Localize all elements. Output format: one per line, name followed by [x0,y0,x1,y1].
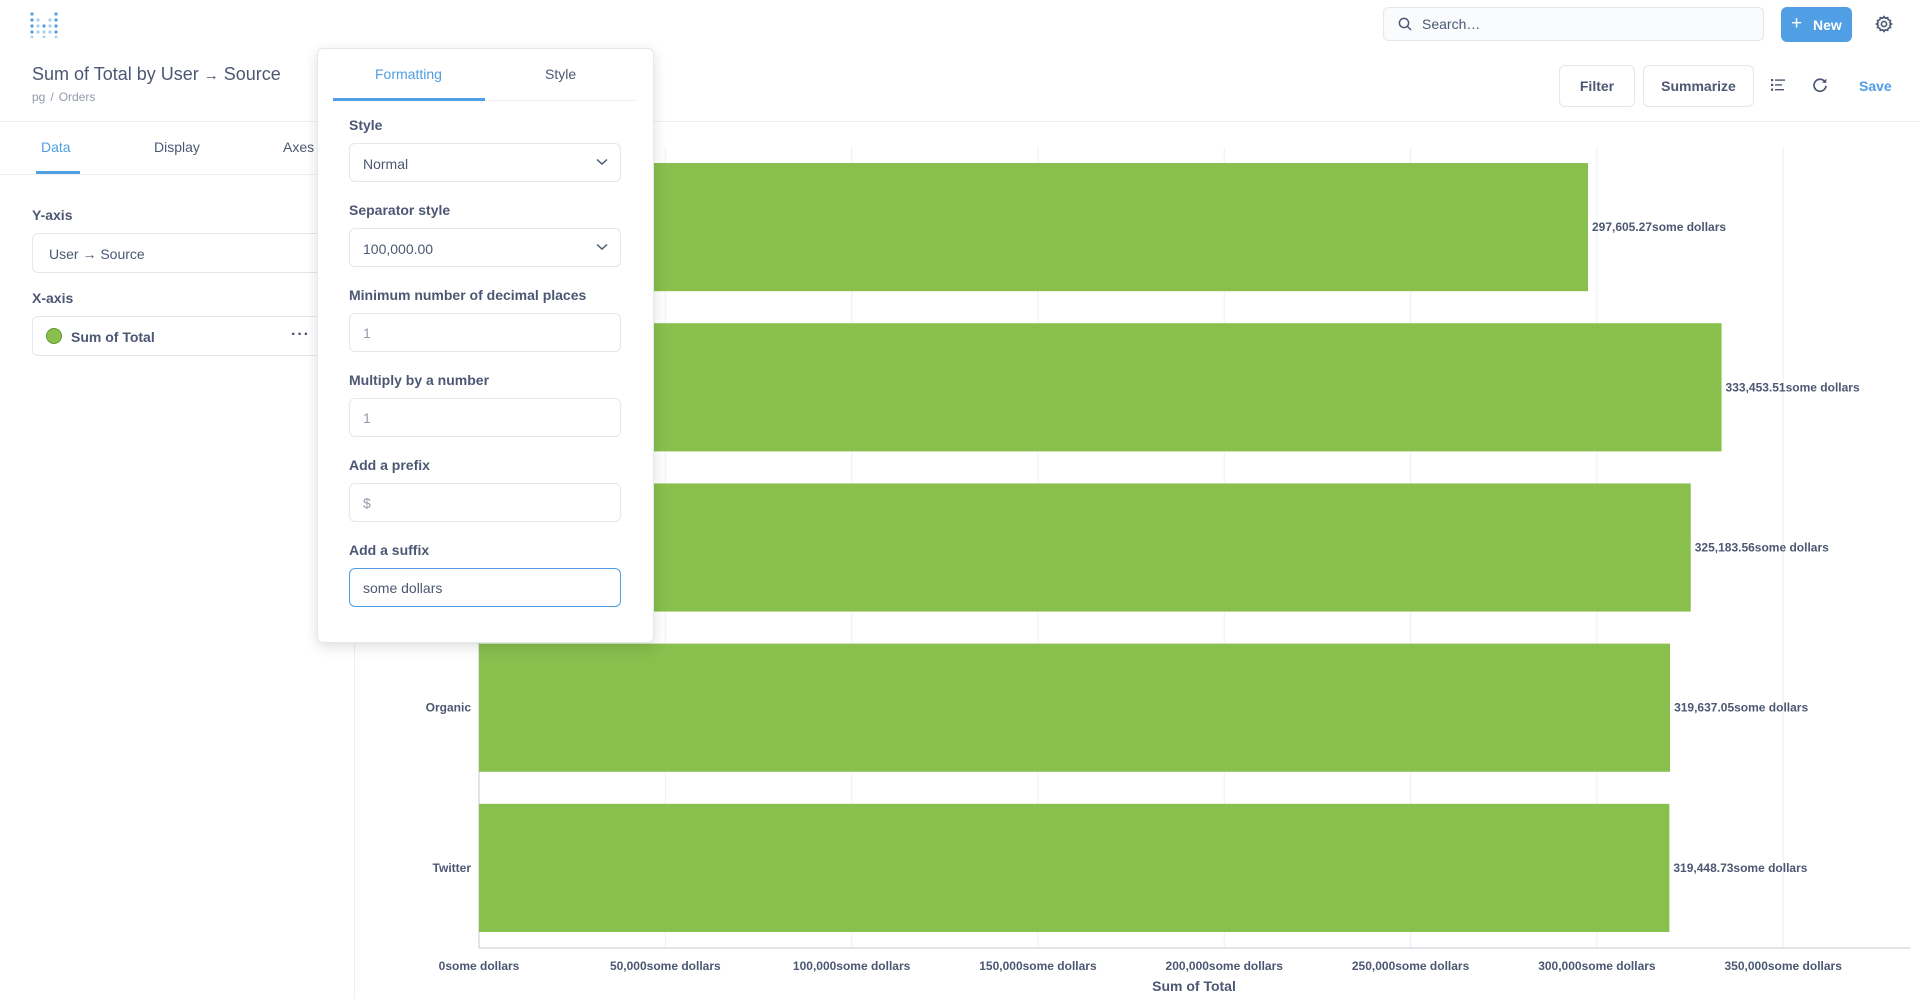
x-axis-label: X-axis [32,290,74,306]
new-button-label: New [1813,17,1842,33]
x-tick-label: 350,000some dollars [1725,959,1843,973]
multiply-label: Multiply by a number [349,372,490,388]
x-axis-field-value: Sum of Total [71,329,155,345]
question-header: Sum of Total by User → Source pg / Orders … [0,50,1920,122]
category-label: Organic [426,701,472,715]
tab-display[interactable]: Display [154,139,200,155]
x-tick-label: 200,000some dollars [1166,959,1284,973]
x-tick-label: 100,000some dollars [793,959,911,973]
search-icon [1398,17,1412,31]
suffix-input[interactable] [363,578,603,598]
series-color-swatch[interactable] [46,328,62,344]
prefix-input[interactable] [363,493,603,513]
notebook-editor-icon[interactable] [1771,79,1785,91]
x-tick-label: 50,000some dollars [610,959,721,973]
prefix-field[interactable] [349,483,621,522]
active-tab-indicator [36,171,80,174]
top-navbar: + New [0,0,1920,50]
gear-icon[interactable] [1875,15,1893,33]
summarize-button[interactable]: Summarize [1643,65,1754,107]
bar[interactable] [479,803,1670,932]
breadcrumb-table[interactable]: Orders [59,90,96,104]
question-title[interactable]: Sum of Total by User → Source [32,64,281,85]
x-tick-label: 300,000some dollars [1538,959,1656,973]
save-button[interactable]: Save [1859,78,1892,94]
filter-button[interactable]: Filter [1559,65,1635,107]
style-label: Style [349,117,383,133]
style-select-value: Normal [363,156,409,172]
style-select[interactable]: Normal [349,143,621,182]
new-button[interactable]: + New [1781,7,1852,42]
metabase-logo-icon[interactable] [30,12,58,38]
min-decimals-input[interactable] [363,323,603,343]
tab-data[interactable]: Data [41,139,71,155]
bar[interactable] [479,643,1671,772]
data-label: 297,605.27some dollars [1592,220,1726,234]
data-label: 319,448.73some dollars [1673,861,1807,875]
tab-style[interactable]: Style [545,66,576,82]
multiply-field[interactable] [349,398,621,437]
more-options-icon[interactable]: ··· [291,326,310,344]
popover-active-tab-indicator [333,98,485,101]
y-axis-label: Y-axis [32,207,73,223]
x-tick-label: 250,000some dollars [1352,959,1470,973]
chart-settings-sidebar: Data Display Axes Y-axis User → Source X… [0,122,355,999]
prefix-label: Add a prefix [349,457,430,473]
title-text: Sum of Total by User [32,64,199,84]
search-input[interactable] [1422,14,1742,34]
min-decimals-field[interactable] [349,313,621,352]
suffix-field[interactable] [349,568,621,607]
chevron-down-icon [596,243,608,251]
breadcrumb: pg / Orders [32,90,96,104]
data-label: 319,637.05some dollars [1674,701,1808,715]
data-label: 333,453.51some dollars [1726,380,1860,394]
settings-tabs: Data Display Axes [0,122,355,175]
data-label: 325,183.56some dollars [1695,541,1829,555]
refresh-icon[interactable] [1812,77,1828,93]
separator-style-label: Separator style [349,202,451,218]
tab-formatting[interactable]: Formatting [375,66,442,82]
y-axis-field[interactable]: User → Source [32,233,352,273]
column-formatting-popover: Formatting Style Style Normal Separator … [317,48,654,643]
min-decimals-label: Minimum number of decimal places [349,287,587,303]
category-label: Twitter [433,861,472,875]
popover-tabs: Formatting Style [333,49,636,101]
x-axis-series-field[interactable]: Sum of Total ··· [32,316,352,356]
breadcrumb-database[interactable]: pg [32,90,45,104]
x-tick-label: 150,000some dollars [979,959,1097,973]
tab-axes[interactable]: Axes [283,139,314,155]
suffix-label: Add a suffix [349,542,430,558]
title-arrow: → [203,67,219,84]
multiply-input[interactable] [363,408,603,428]
separator-style-value: 100,000.00 [363,241,434,257]
separator-style-select[interactable]: 100,000.00 [349,228,621,267]
plus-icon: + [1791,13,1803,34]
y-axis-field-value: User → Source [49,246,145,262]
x-axis-title: Sum of Total [1152,978,1236,994]
title-source: Source [223,64,281,84]
search-bar[interactable] [1383,7,1764,41]
bar[interactable] [479,323,1722,452]
x-tick-label: 0some dollars [439,959,520,973]
bar[interactable] [479,483,1691,612]
chevron-down-icon [596,158,608,166]
